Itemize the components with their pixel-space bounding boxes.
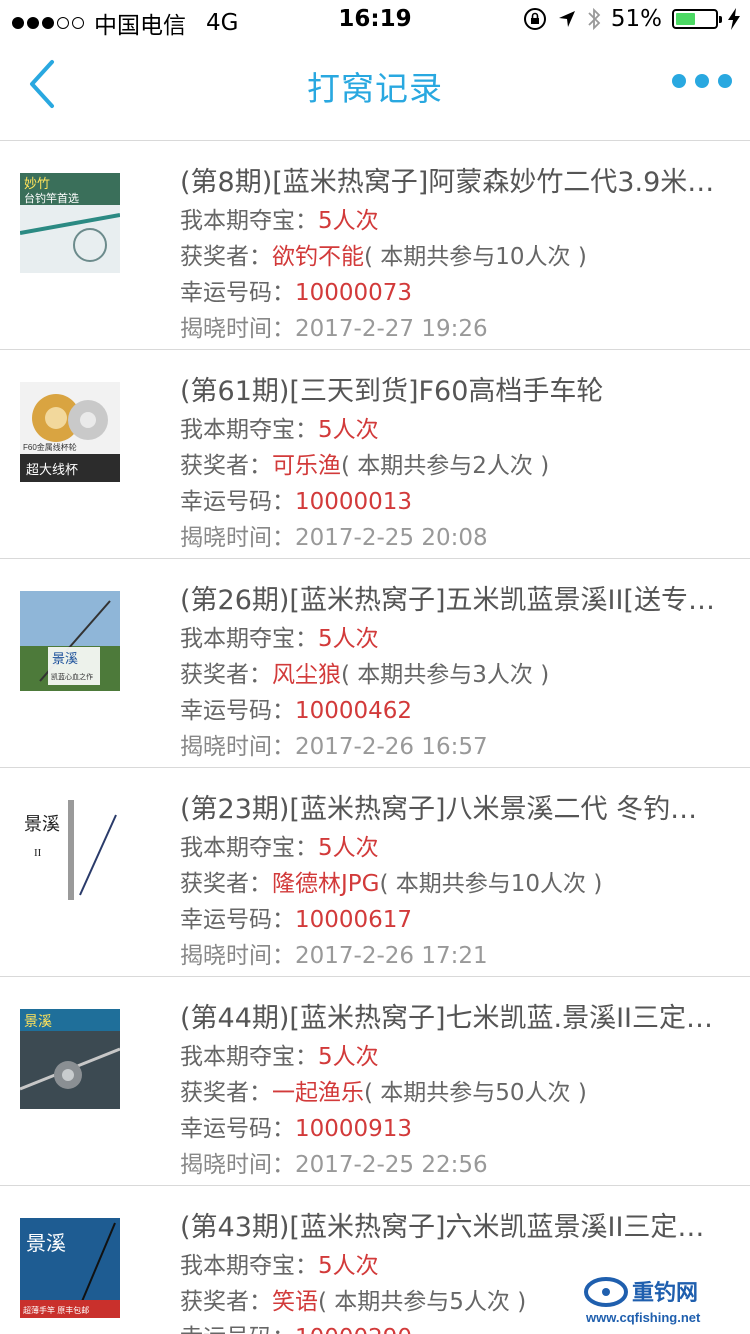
lucky-number: 10000073	[295, 280, 413, 306]
winner-label: 获奖者：	[180, 1289, 272, 1315]
site-watermark: 重钓网 www.cqfishing.net	[582, 1272, 742, 1326]
more-button[interactable]	[672, 74, 732, 88]
total-participation: ( 本期共参与2人次 )	[341, 453, 550, 479]
thumb-caption: F60金属线杯轮	[23, 442, 77, 452]
record-title: (第8期)[蓝米热窝子]阿蒙森妙竹二代3.9米…	[180, 167, 715, 198]
record-item[interactable]: 景溪 凯蓝心血之作 (第26期)[蓝米热窝子]五米凯蓝景溪II[送专… 我本期夺…	[0, 559, 750, 768]
my-participation-label: 我本期夺宝：	[180, 208, 318, 234]
record-item[interactable]: 景溪 II (第23期)[蓝米热窝子]八米景溪二代 冬钓… 我本期夺宝：5人次 …	[0, 768, 750, 977]
winner-name[interactable]: 欲钓不能	[272, 244, 364, 270]
orientation-lock-icon	[523, 8, 546, 30]
product-thumbnail: F60金属线杯轮 超大线杯	[20, 382, 120, 482]
thumb-caption: 景溪	[52, 651, 78, 666]
reveal-time-label: 揭晓时间：	[180, 1152, 295, 1178]
lucky-number: 10000913	[295, 1116, 413, 1142]
winner-label: 获奖者：	[180, 453, 272, 479]
more-dot-icon	[718, 74, 732, 88]
lucky-number: 10000013	[295, 489, 413, 515]
total-participation: ( 本期共参与10人次 )	[364, 244, 587, 270]
lucky-number-label: 幸运号码：	[180, 698, 295, 724]
winner-label: 获奖者：	[180, 871, 272, 897]
reveal-time-label: 揭晓时间：	[180, 943, 295, 969]
my-participation-count: 5人次	[318, 1253, 379, 1279]
bluetooth-icon	[588, 7, 601, 31]
record-title: (第61期)[三天到货]F60高档手车轮	[180, 376, 604, 407]
lucky-number-label: 幸运号码：	[180, 907, 295, 933]
thumb-caption: 景溪	[26, 1232, 66, 1255]
navigation-bar: 打窝记录	[0, 40, 750, 128]
product-thumbnail: 景溪 超薄手竿 原丰包邮	[20, 1218, 120, 1318]
product-thumbnail: 景溪	[20, 1009, 120, 1109]
thumb-caption: 景溪	[24, 814, 60, 834]
battery-percent: 51%	[610, 6, 662, 32]
winner-name[interactable]: 一起渔乐	[272, 1080, 364, 1106]
lucky-number-label: 幸运号码：	[180, 1116, 295, 1142]
thumb-caption: 妙竹	[24, 176, 50, 191]
winner-name[interactable]: 风尘狼	[272, 662, 341, 688]
watermark-name: 重钓网	[632, 1280, 698, 1305]
winner-name[interactable]: 可乐渔	[272, 453, 341, 479]
record-item[interactable]: 妙竹 台钓竿首选 (第8期)[蓝米热窝子]阿蒙森妙竹二代3.9米… 我本期夺宝：…	[0, 141, 750, 350]
reveal-time: 2017-2-25 20:08	[295, 525, 488, 551]
reveal-time-label: 揭晓时间：	[180, 525, 295, 551]
my-participation-label: 我本期夺宝：	[180, 417, 318, 443]
winner-label: 获奖者：	[180, 662, 272, 688]
thumb-caption: 超大线杯	[26, 462, 78, 477]
winner-name[interactable]: 笑语	[272, 1289, 318, 1315]
winner-label: 获奖者：	[180, 1080, 272, 1106]
charging-bolt-icon	[728, 8, 740, 30]
lucky-number: 10000462	[295, 698, 413, 724]
product-thumbnail: 景溪 II	[20, 800, 120, 900]
record-item[interactable]: F60金属线杯轮 超大线杯 (第61期)[三天到货]F60高档手车轮 我本期夺宝…	[0, 350, 750, 559]
record-title: (第43期)[蓝米热窝子]六米凯蓝景溪II三定…	[180, 1212, 705, 1243]
winner-name[interactable]: 隆德林JPG	[272, 871, 379, 897]
reveal-time-label: 揭晓时间：	[180, 316, 295, 342]
total-participation: ( 本期共参与3人次 )	[341, 662, 550, 688]
record-title: (第26期)[蓝米热窝子]五米凯蓝景溪II[送专…	[180, 585, 715, 616]
record-title: (第44期)[蓝米热窝子]七米凯蓝.景溪II三定…	[180, 1003, 713, 1034]
winner-label: 获奖者：	[180, 244, 272, 270]
record-title: (第23期)[蓝米热窝子]八米景溪二代 冬钓…	[180, 794, 698, 825]
page-title: 打窝记录	[307, 69, 443, 108]
more-dot-icon	[695, 74, 709, 88]
my-participation-count: 5人次	[318, 835, 379, 861]
product-thumbnail: 景溪 凯蓝心血之作	[20, 591, 120, 691]
reveal-time-label: 揭晓时间：	[180, 734, 295, 760]
my-participation-count: 5人次	[318, 1044, 379, 1070]
lucky-number-label: 幸运号码：	[180, 489, 295, 515]
my-participation-label: 我本期夺宝：	[180, 626, 318, 652]
location-arrow-icon	[558, 11, 575, 27]
thumb-caption: 超薄手竿 原丰包邮	[23, 1305, 89, 1315]
reveal-time: 2017-2-25 22:56	[295, 1152, 488, 1178]
more-dot-icon	[672, 74, 686, 88]
thumb-caption: 凯蓝心血之作	[51, 672, 93, 681]
watermark-url: www.cqfishing.net	[585, 1310, 701, 1325]
total-participation: ( 本期共参与10人次 )	[379, 871, 603, 897]
record-list[interactable]: 妙竹 台钓竿首选 (第8期)[蓝米热窝子]阿蒙森妙竹二代3.9米… 我本期夺宝：…	[0, 128, 750, 1334]
battery-icon	[672, 9, 722, 29]
lucky-number: 10000290	[295, 1325, 412, 1334]
record-item[interactable]: 景溪 (第44期)[蓝米热窝子]七米凯蓝.景溪II三定… 我本期夺宝：5人次 获…	[0, 977, 750, 1186]
reveal-time: 2017-2-26 16:57	[295, 734, 488, 760]
total-participation: ( 本期共参与50人次 )	[364, 1080, 587, 1106]
my-participation-label: 我本期夺宝：	[180, 1253, 318, 1279]
list-item-partial	[0, 128, 750, 141]
my-participation-count: 5人次	[318, 626, 379, 652]
my-participation-label: 我本期夺宝：	[180, 1044, 318, 1070]
product-thumbnail: 妙竹 台钓竿首选	[20, 173, 120, 273]
thumb-caption: II	[34, 847, 42, 859]
thumb-caption: 景溪	[24, 1013, 52, 1029]
my-participation-count: 5人次	[318, 417, 379, 443]
status-bar: 中国电信 4G 16:19 51%	[0, 0, 750, 40]
reveal-time: 2017-2-27 19:26	[295, 316, 488, 342]
thumb-caption: 台钓竿首选	[24, 191, 79, 205]
lucky-number: 10000617	[295, 907, 413, 933]
reveal-time: 2017-2-26 17:21	[295, 943, 488, 969]
my-participation-count: 5人次	[318, 208, 379, 234]
total-participation: ( 本期共参与5人次 )	[318, 1289, 527, 1315]
my-participation-label: 我本期夺宝：	[180, 835, 318, 861]
lucky-number-label: 幸运号码：	[180, 1325, 295, 1334]
lucky-number-label: 幸运号码：	[180, 280, 295, 306]
